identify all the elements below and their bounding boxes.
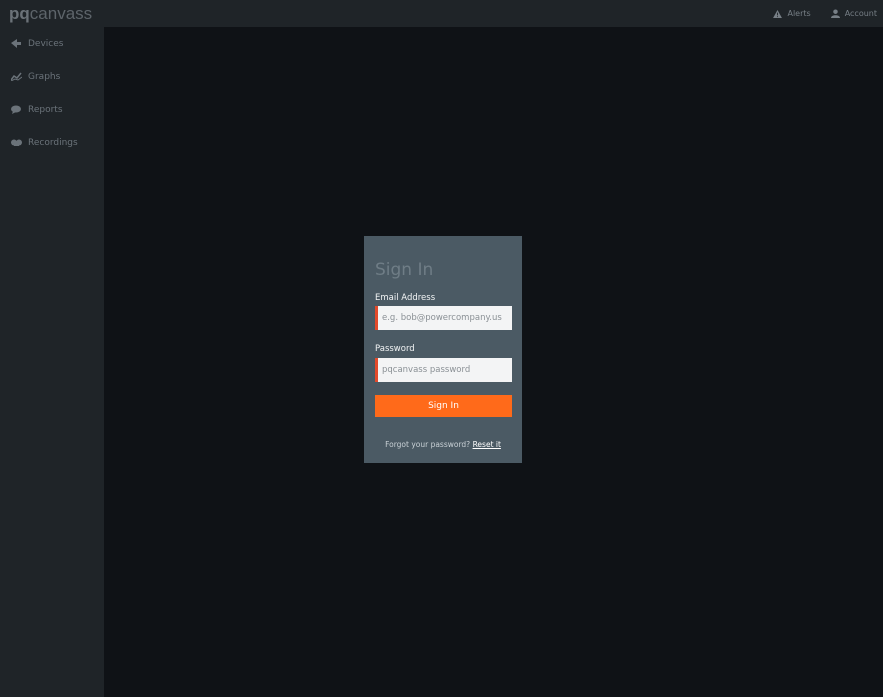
reports-icon — [10, 105, 22, 115]
password-field[interactable] — [375, 358, 512, 382]
sidebar-item-graphs[interactable]: Graphs — [0, 60, 104, 93]
account-button[interactable]: Account — [830, 9, 877, 18]
email-label: Email Address — [375, 293, 436, 303]
recordings-icon — [10, 138, 22, 148]
sidebar-item-label: Devices — [28, 38, 64, 49]
sidebar: Devices Graphs Reports Recordings — [0, 27, 104, 697]
account-label: Account — [844, 9, 877, 18]
sidebar-item-label: Recordings — [28, 137, 78, 148]
devices-icon — [10, 39, 22, 49]
alerts-button[interactable]: Alerts — [773, 9, 811, 18]
logo-suffix: canvass — [29, 4, 93, 23]
signin-card: Sign In Email Address Password Sign In F… — [364, 236, 522, 463]
signin-title: Sign In — [375, 260, 434, 280]
forgot-password-text: Forgot your password? — [385, 440, 471, 449]
alerts-label: Alerts — [787, 9, 811, 18]
sidebar-item-recordings[interactable]: Recordings — [0, 126, 104, 159]
warning-icon — [773, 9, 783, 18]
reset-password-link[interactable]: Reset it — [473, 440, 501, 449]
email-field[interactable] — [375, 306, 512, 330]
app-logo[interactable]: pqcanvass — [9, 4, 92, 24]
sidebar-item-label: Graphs — [28, 71, 61, 82]
forgot-password-row: Forgot your password? Reset it — [364, 440, 522, 449]
password-label: Password — [375, 344, 415, 354]
sidebar-item-devices[interactable]: Devices — [0, 27, 104, 60]
top-actions: Alerts Account — [773, 0, 877, 27]
graphs-icon — [10, 72, 22, 82]
sidebar-item-label: Reports — [28, 104, 63, 115]
logo-prefix: pq — [9, 4, 30, 23]
user-icon — [830, 9, 840, 18]
top-bar: pqcanvass Alerts Account — [0, 0, 883, 27]
signin-button[interactable]: Sign In — [375, 395, 512, 417]
sidebar-item-reports[interactable]: Reports — [0, 93, 104, 126]
